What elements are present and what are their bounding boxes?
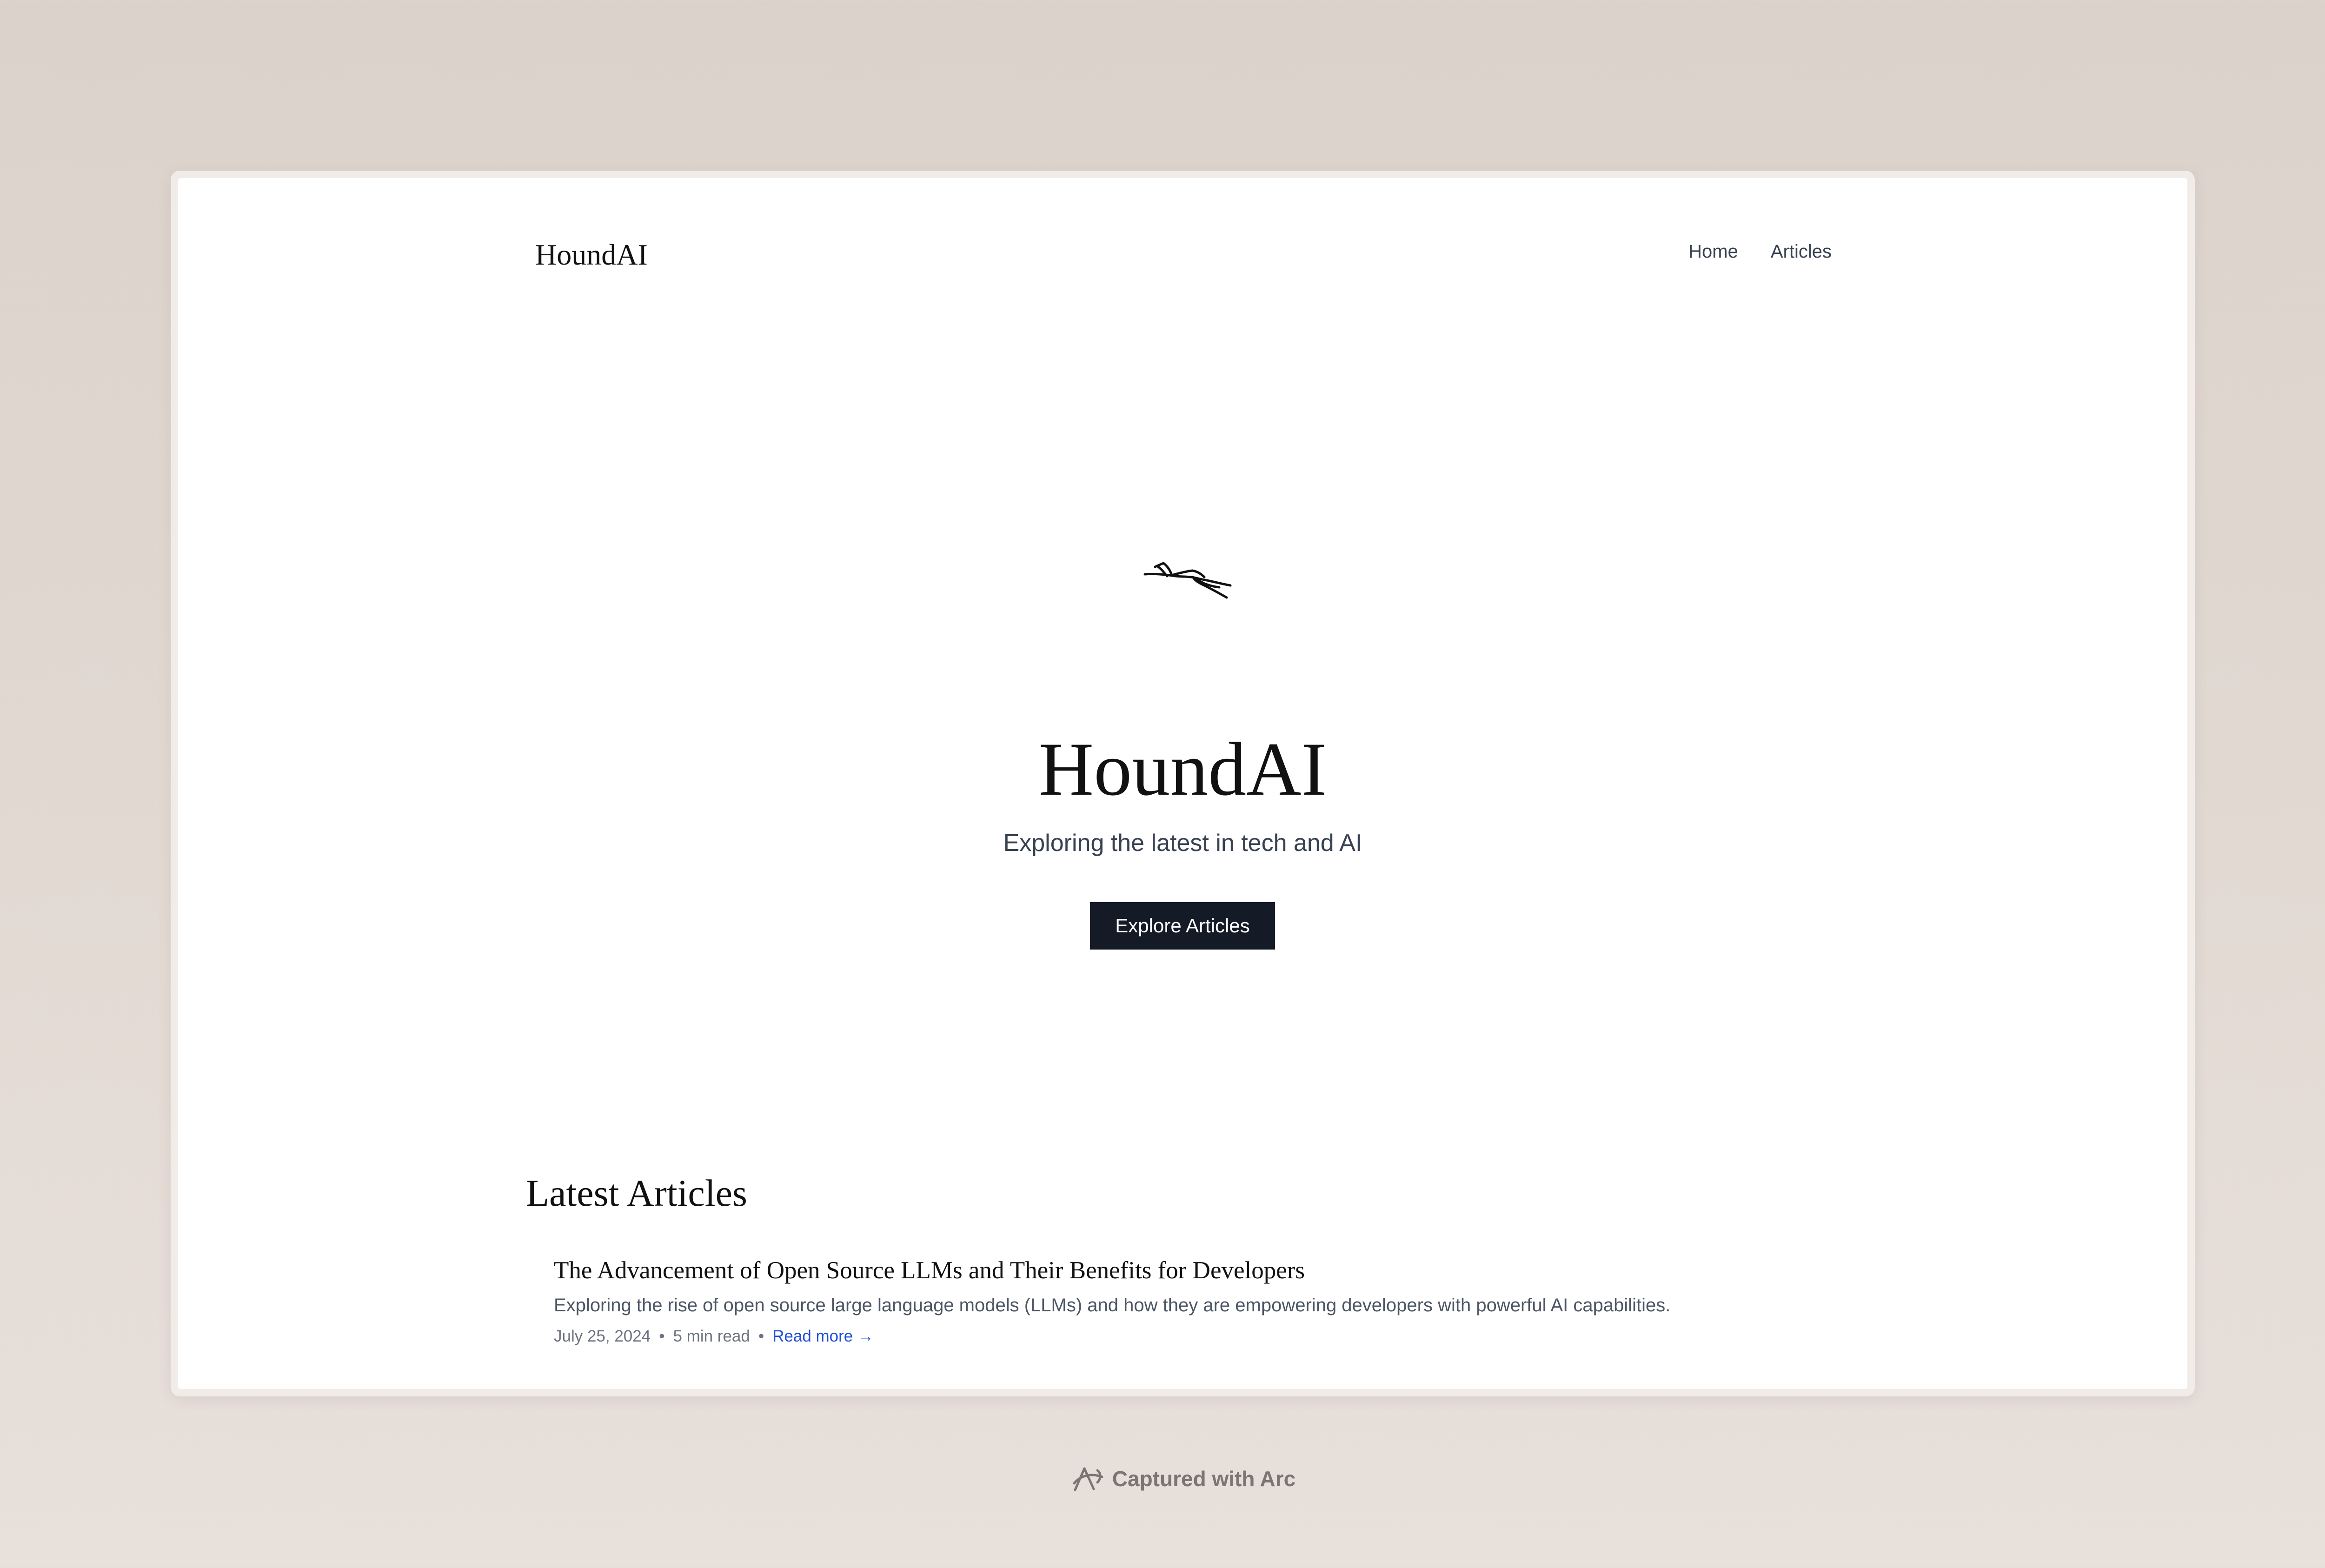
main-nav: Home Articles <box>1688 241 1832 262</box>
explore-articles-button[interactable]: Explore Articles <box>1090 902 1275 950</box>
nav-link-articles[interactable]: Articles <box>1771 241 1832 262</box>
browser-frame: HoundAI Home Articles HoundAI Exploring … <box>171 171 2195 1396</box>
hero-subtitle: Exploring the latest in tech and AI <box>1003 830 1362 857</box>
article-title[interactable]: The Advancement of Open Source LLMs and … <box>554 1256 1670 1286</box>
web-page: HoundAI Home Articles HoundAI Exploring … <box>178 178 2187 1389</box>
article-card: The Advancement of Open Source LLMs and … <box>554 1256 1670 1346</box>
running-hound-icon <box>1143 562 1232 599</box>
article-excerpt: Exploring the rise of open source large … <box>554 1295 1671 1316</box>
meta-separator: • <box>758 1327 764 1345</box>
capture-footer: Captured with Arc <box>0 1463 2325 1495</box>
latest-articles-heading: Latest Articles <box>526 1172 747 1214</box>
article-read-time: 5 min read <box>673 1327 750 1345</box>
capture-label: Captured with Arc <box>1112 1467 1296 1491</box>
nav-link-home[interactable]: Home <box>1688 241 1738 262</box>
arc-logo-icon <box>1073 1467 1103 1491</box>
site-logo[interactable]: HoundAI <box>535 238 648 272</box>
meta-separator: • <box>659 1327 665 1345</box>
article-meta: July 25, 2024 • 5 min read • Read more → <box>554 1327 1670 1346</box>
hero-title: HoundAI <box>1038 727 1327 811</box>
read-more-link[interactable]: Read more → <box>772 1327 874 1345</box>
article-date: July 25, 2024 <box>554 1327 651 1345</box>
